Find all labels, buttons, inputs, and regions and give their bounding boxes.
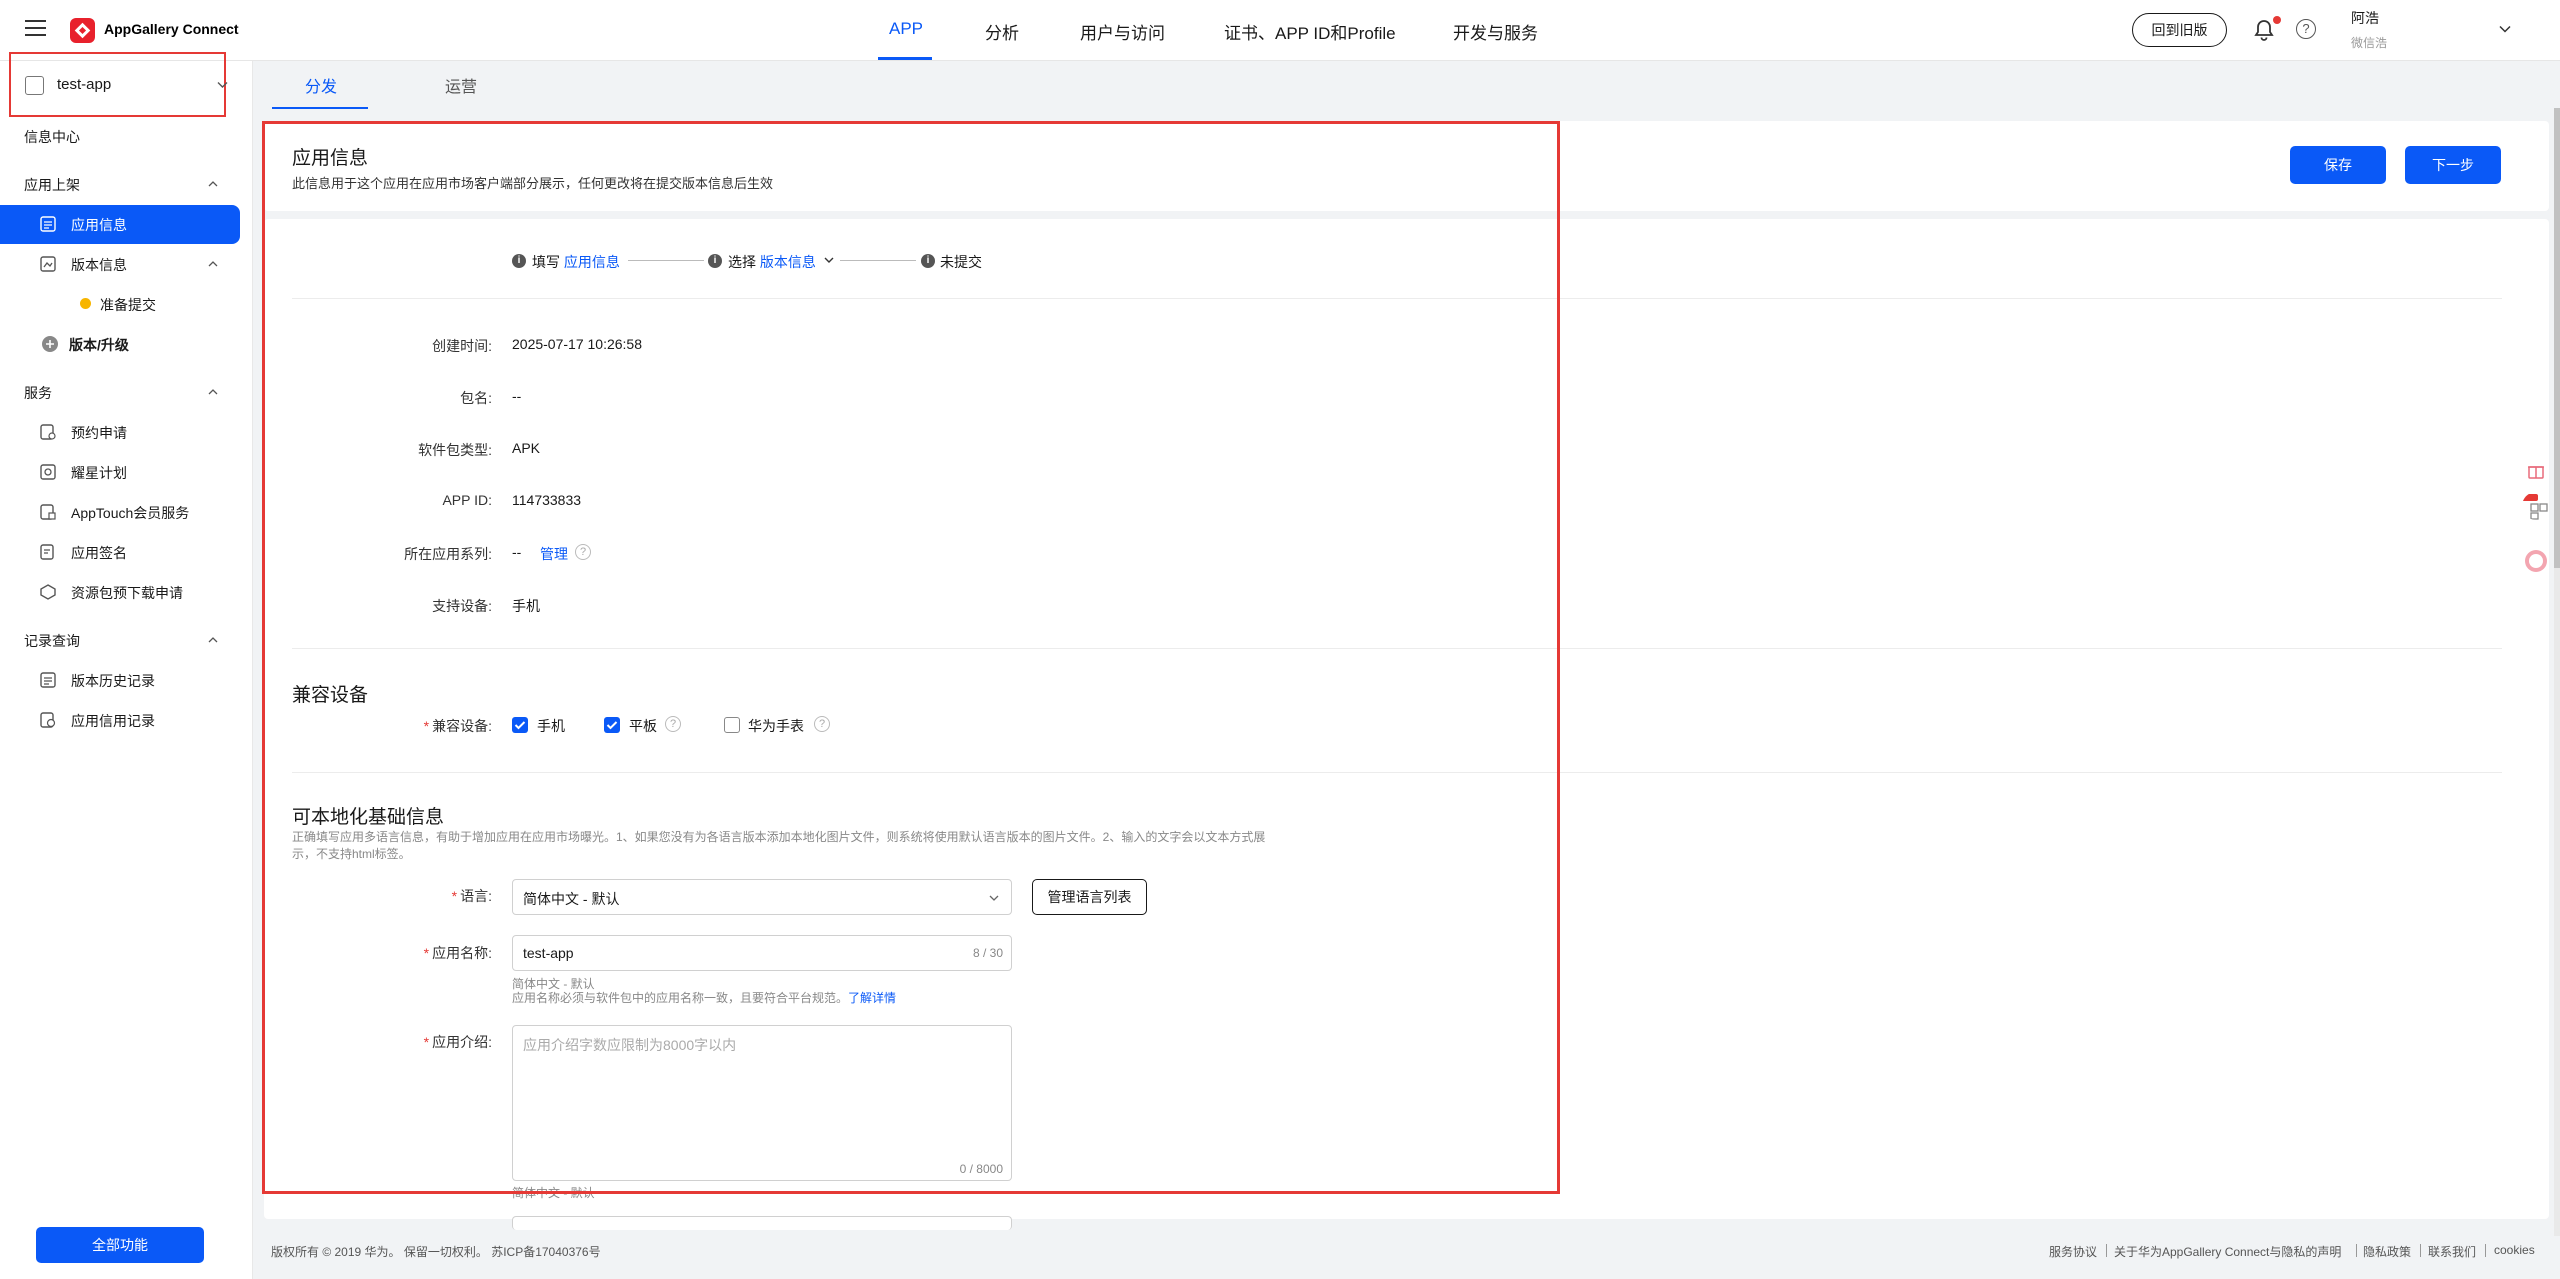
tab-operations[interactable]: 运营 <box>445 73 477 97</box>
sidebar-group-release[interactable]: 应用上架 <box>24 175 80 195</box>
app-info-icon <box>40 216 56 232</box>
notification-dot <box>2273 16 2281 24</box>
chevron-up-icon[interactable] <box>207 634 219 646</box>
help-icon[interactable]: ? <box>2296 19 2316 39</box>
sidebar-item-credit-record[interactable]: 应用信用记录 <box>71 711 155 731</box>
back-to-old-button[interactable]: 回到旧版 <box>2132 13 2227 47</box>
gift-icon[interactable] <box>2524 458 2548 482</box>
bell-icon[interactable] <box>2254 19 2274 41</box>
tab-distribution[interactable]: 分发 <box>305 73 337 97</box>
nav-users-access[interactable]: 用户与访问 <box>1080 19 1165 44</box>
credit-icon <box>40 712 56 728</box>
footer-link-cookies[interactable]: cookies <box>2494 1243 2535 1257</box>
status-dot <box>80 298 91 309</box>
footer-separator <box>2420 1244 2421 1257</box>
nav-app[interactable]: APP <box>889 19 923 39</box>
app-name: test-app <box>57 76 112 93</box>
footer-copyright: 版权所有 © 2019 华为。 保留一切权利。 苏ICP备17040376号 <box>271 1245 601 1259</box>
chevron-up-icon[interactable] <box>207 386 219 398</box>
sidebar-item-version-history[interactable]: 版本历史记录 <box>71 671 155 691</box>
tab-active-indicator <box>272 107 368 109</box>
footer-separator <box>2485 1244 2486 1257</box>
user-name[interactable]: 阿浩 <box>2351 8 2379 28</box>
history-icon <box>40 672 56 688</box>
save-button[interactable]: 保存 <box>2290 146 2386 184</box>
apptouch-icon <box>40 504 56 520</box>
sidebar-item-reservation[interactable]: 预约申请 <box>71 423 127 443</box>
next-field-partial[interactable] <box>512 1216 1012 1230</box>
scrollbar-thumb[interactable] <box>2554 108 2560 568</box>
sidebar-group-service[interactable]: 服务 <box>24 383 52 403</box>
reservation-icon <box>40 424 56 440</box>
chevron-up-icon[interactable] <box>207 178 219 190</box>
signature-icon <box>40 544 54 560</box>
qr-icon[interactable] <box>2522 492 2550 520</box>
next-button[interactable]: 下一步 <box>2405 146 2501 184</box>
sidebar-group-records[interactable]: 记录查询 <box>24 631 80 651</box>
nav-dev-services[interactable]: 开发与服务 <box>1453 19 1538 44</box>
sidebar-item-prepare-submit[interactable]: 准备提交 <box>100 295 156 315</box>
all-functions-button[interactable]: 全部功能 <box>36 1227 204 1263</box>
secondary-tabs <box>253 61 2560 113</box>
translate-icon[interactable] <box>2524 549 2548 573</box>
top-bar: AppGallery Connect APP 分析 用户与访问 证书、APP I… <box>0 0 2560 61</box>
nav-analytics[interactable]: 分析 <box>985 19 1019 44</box>
chevron-up-icon[interactable] <box>207 258 219 270</box>
footer-link-contact[interactable]: 联系我们 <box>2428 1243 2476 1260</box>
sidebar-item-version-info[interactable]: 版本信息 <box>71 255 127 275</box>
sidebar-item-apptouch[interactable]: AppTouch会员服务 <box>71 503 189 523</box>
sidebar-item-app-signing[interactable]: 应用签名 <box>71 543 127 563</box>
user-subtitle: 微信浩 <box>2351 36 2388 50</box>
nav-active-indicator <box>878 57 932 60</box>
sidebar-item-star-plan[interactable]: 耀星计划 <box>71 463 127 483</box>
add-circle-icon <box>42 336 58 352</box>
package-icon <box>40 584 56 600</box>
footer-separator <box>2106 1244 2107 1257</box>
version-info-icon <box>40 256 56 272</box>
app-icon <box>25 76 44 95</box>
sidebar-info-center[interactable]: 信息中心 <box>24 127 80 147</box>
footer-link-terms[interactable]: 服务协议 <box>2049 1243 2097 1260</box>
app-selector[interactable]: test-app <box>9 52 228 117</box>
chevron-down-icon[interactable] <box>2498 22 2512 36</box>
sidebar-item-app-info[interactable]: 应用信息 <box>71 215 127 235</box>
sidebar-item-preload[interactable]: 资源包预下载申请 <box>71 583 183 603</box>
footer-link-privacy-policy[interactable]: 隐私政策 <box>2363 1243 2411 1260</box>
sidebar-item-version-upgrade[interactable]: 版本/升级 <box>69 335 129 355</box>
nav-certificates[interactable]: 证书、APP ID和Profile <box>1224 19 1396 44</box>
highlight-box <box>262 121 1560 1194</box>
star-plan-icon <box>40 464 56 480</box>
footer-link-privacy-statement[interactable]: 关于华为AppGallery Connect与隐私的声明 <box>2114 1243 2341 1260</box>
chevron-down-icon <box>217 82 228 88</box>
footer-separator <box>2356 1244 2357 1257</box>
